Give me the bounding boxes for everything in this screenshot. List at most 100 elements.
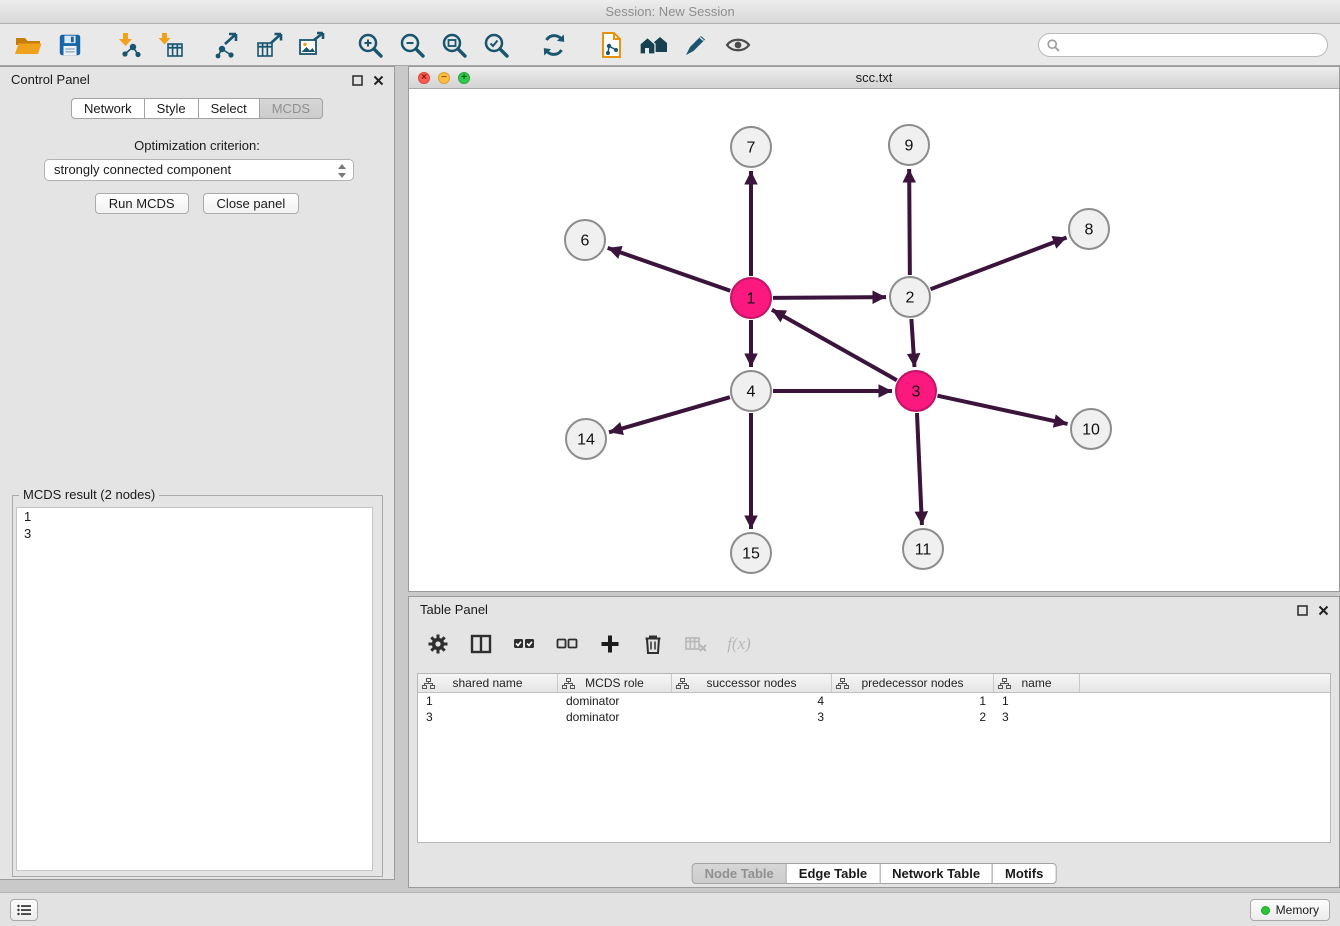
save-session-button[interactable] xyxy=(52,29,88,61)
export-image-button[interactable] xyxy=(294,29,330,61)
table-tab-network-table[interactable]: Network Table xyxy=(879,863,993,884)
tab-mcds[interactable]: MCDS xyxy=(259,98,323,119)
table-settings-button[interactable] xyxy=(423,629,453,659)
close-table-panel-icon[interactable] xyxy=(1318,604,1329,619)
table-tab-motifs[interactable]: Motifs xyxy=(992,863,1056,884)
tab-style[interactable]: Style xyxy=(144,98,199,119)
show-columns-button[interactable] xyxy=(466,629,496,659)
window-minimize-icon[interactable] xyxy=(438,72,450,84)
import-table-button[interactable] xyxy=(152,29,188,61)
zoom-in-button[interactable] xyxy=(352,29,388,61)
table-row[interactable]: 1dominator411 xyxy=(418,693,1330,709)
table-row[interactable]: 3dominator323 xyxy=(418,709,1330,725)
float-table-panel-icon[interactable] xyxy=(1297,604,1308,619)
edge-3-11[interactable] xyxy=(917,413,922,525)
node-table[interactable]: shared nameMCDS rolesuccessor nodesprede… xyxy=(417,673,1331,843)
control-panel-title: Control Panel xyxy=(11,72,90,87)
node-label: 1 xyxy=(747,291,756,308)
new-network-from-selection-button[interactable] xyxy=(594,29,630,61)
first-neighbors-button[interactable] xyxy=(636,29,672,61)
function-builder-button[interactable]: f(x) xyxy=(724,629,754,659)
fx-icon: f(x) xyxy=(727,634,751,654)
edge-2-9[interactable] xyxy=(909,169,910,275)
column-header-predecessor-nodes[interactable]: predecessor nodes xyxy=(832,674,994,692)
apply-style-button[interactable] xyxy=(678,29,714,61)
column-header-successor-nodes[interactable]: successor nodes xyxy=(672,674,832,692)
tab-select[interactable]: Select xyxy=(198,98,260,119)
table-cell[interactable]: 2 xyxy=(832,709,994,725)
table-tab-edge-table[interactable]: Edge Table xyxy=(786,863,880,884)
optimization-criterion-select[interactable]: strongly connected component xyxy=(44,159,354,181)
close-panel-icon[interactable] xyxy=(373,74,384,89)
export-table-button[interactable] xyxy=(252,29,288,61)
float-window-icon[interactable] xyxy=(352,74,363,89)
run-mcds-button[interactable]: Run MCDS xyxy=(95,193,189,214)
mcds-result-list[interactable]: 13 xyxy=(16,507,373,871)
table-cell[interactable]: dominator xyxy=(558,693,672,709)
table-cell[interactable]: 3 xyxy=(672,709,832,725)
control-panel: Control Panel NetworkStyleSelectMCDS Opt… xyxy=(0,66,395,880)
edge-3-1[interactable] xyxy=(772,310,897,380)
column-type-icon xyxy=(422,678,435,689)
eye-icon xyxy=(724,31,752,59)
edge-1-6[interactable] xyxy=(608,248,731,291)
table-cell[interactable]: 1 xyxy=(994,693,1080,709)
node-11[interactable]: 11 xyxy=(903,529,943,569)
task-history-button[interactable] xyxy=(10,899,38,921)
column-label: name xyxy=(1021,676,1051,690)
column-header-name[interactable]: name xyxy=(994,674,1080,692)
node-2[interactable]: 2 xyxy=(890,277,930,317)
edge-2-3[interactable] xyxy=(911,319,914,367)
select-all-columns-button[interactable] xyxy=(509,629,539,659)
column-header-mcds-role[interactable]: MCDS role xyxy=(558,674,672,692)
import-table-icon xyxy=(156,31,184,59)
refresh-icon xyxy=(541,32,567,58)
unselect-all-columns-button[interactable] xyxy=(552,629,582,659)
column-type-icon xyxy=(562,678,575,689)
table-cell[interactable]: 1 xyxy=(418,693,558,709)
create-column-button[interactable] xyxy=(595,629,625,659)
table-cell[interactable]: 3 xyxy=(418,709,558,725)
node-15[interactable]: 15 xyxy=(731,533,771,573)
table-cell[interactable]: dominator xyxy=(558,709,672,725)
zoom-out-button[interactable] xyxy=(394,29,430,61)
edge-1-2[interactable] xyxy=(773,297,886,298)
column-header-shared-name[interactable]: shared name xyxy=(418,674,558,692)
window-zoom-icon[interactable] xyxy=(458,72,470,84)
open-session-button[interactable] xyxy=(10,29,46,61)
export-network-icon xyxy=(214,31,242,59)
node-7[interactable]: 7 xyxy=(731,127,771,167)
refresh-layout-button[interactable] xyxy=(536,29,572,61)
node-3[interactable]: 3 xyxy=(896,371,936,411)
table-tab-node-table[interactable]: Node Table xyxy=(692,863,787,884)
node-4[interactable]: 4 xyxy=(731,371,771,411)
delete-rows-button[interactable] xyxy=(638,629,668,659)
edge-2-8[interactable] xyxy=(931,238,1067,290)
tab-network[interactable]: Network xyxy=(71,98,145,119)
paint-brush-icon xyxy=(683,32,709,58)
edge-4-14[interactable] xyxy=(609,397,730,432)
table-cell[interactable]: 4 xyxy=(672,693,832,709)
node-8[interactable]: 8 xyxy=(1069,209,1109,249)
export-network-button[interactable] xyxy=(210,29,246,61)
node-14[interactable]: 14 xyxy=(566,419,606,459)
search-field[interactable] xyxy=(1038,33,1328,57)
zoom-fit-button[interactable] xyxy=(436,29,472,61)
show-hide-graphics-button[interactable] xyxy=(720,29,756,61)
search-input[interactable] xyxy=(1065,38,1319,53)
window-close-icon[interactable] xyxy=(418,72,430,84)
delete-column-button[interactable] xyxy=(681,629,711,659)
import-network-button[interactable] xyxy=(110,29,146,61)
table-cell[interactable]: 1 xyxy=(832,693,994,709)
node-1[interactable]: 1 xyxy=(731,278,771,318)
close-panel-button[interactable]: Close panel xyxy=(203,193,300,214)
zoom-selected-button[interactable] xyxy=(478,29,514,61)
table-cell[interactable]: 3 xyxy=(994,709,1080,725)
node-6[interactable]: 6 xyxy=(565,220,605,260)
edge-3-10[interactable] xyxy=(937,396,1067,424)
memory-button[interactable]: Memory xyxy=(1250,899,1330,921)
node-10[interactable]: 10 xyxy=(1071,409,1111,449)
node-9[interactable]: 9 xyxy=(889,125,929,165)
network-canvas[interactable]: 7 9 6 8 1 2 4 3 14 10 15 11 xyxy=(409,89,1339,591)
list-icon xyxy=(17,904,31,916)
